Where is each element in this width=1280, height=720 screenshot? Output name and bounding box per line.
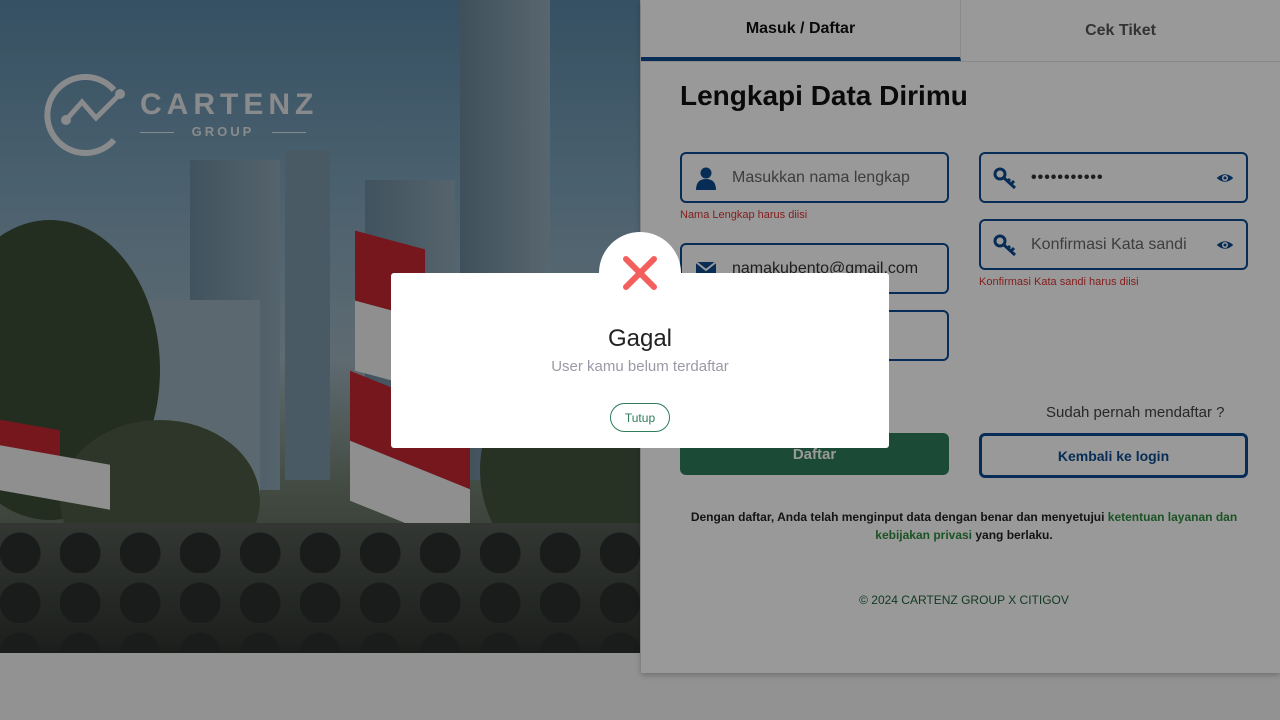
close-button[interactable]: Tutup — [610, 403, 670, 432]
dialog-title: Gagal — [607, 325, 673, 352]
error-x-icon — [599, 232, 681, 314]
dialog-message: User kamu belum terdaftar — [551, 358, 729, 375]
